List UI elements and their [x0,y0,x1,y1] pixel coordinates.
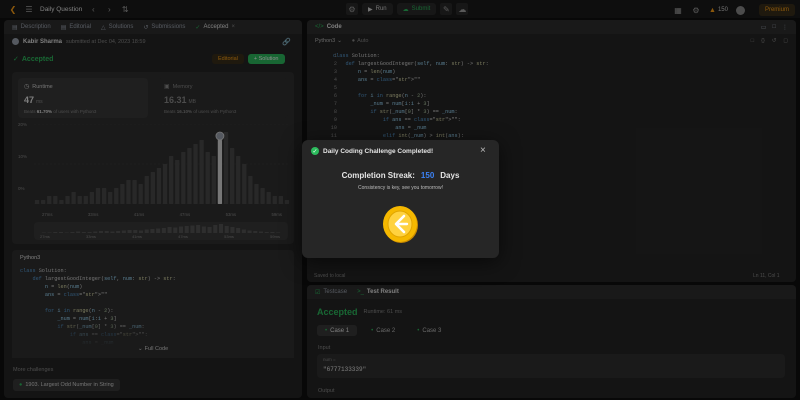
daily-challenge-modal: ✓ Daily Coding Challenge Completed! × Co… [302,140,499,258]
modal-message: Consistency is key, see you tomorrow! [358,185,443,191]
modal-title: Daily Coding Challenge Completed! [323,147,434,155]
gold-coin-icon [383,206,418,243]
streak-value: 150 [420,171,435,180]
success-check-icon: ✓ [311,147,319,155]
streak-unit: Days [440,171,460,180]
close-icon[interactable]: × [480,145,486,156]
streak-label: Completion Streak: [341,171,415,180]
